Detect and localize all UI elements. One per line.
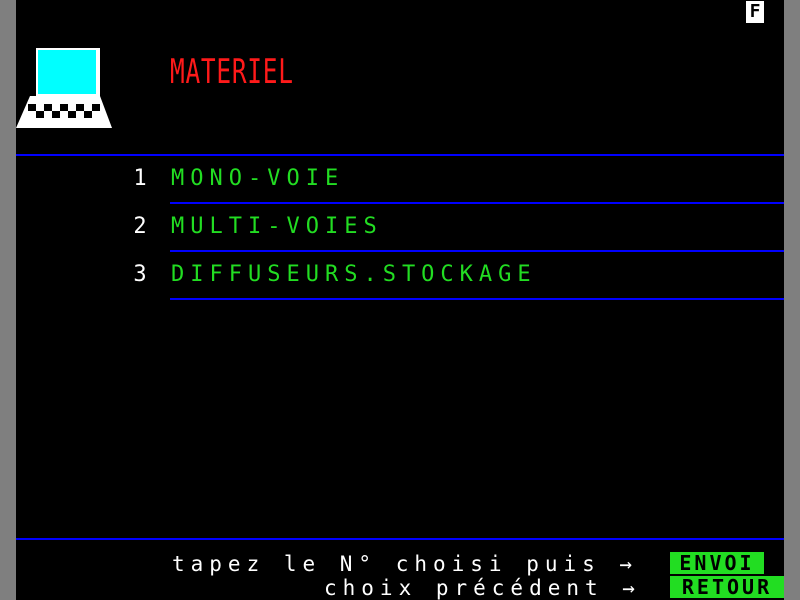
menu-item-number: 2 [133,214,147,239]
menu-item-number: 1 [133,166,147,191]
page-title: MATERIEL [170,52,294,92]
menu-item-multi-voies[interactable]: 2 MULTI-VOIES [130,208,784,246]
terminal-icon [16,48,112,128]
footer-instruction-back: choix précédent → [324,576,641,600]
minitel-screen: F MATERIEL 1 MONO-VOIE 2 MULTI-VOIES 3 D… [16,0,784,600]
menu-item-number: 3 [133,262,147,287]
menu-item-diffuseurs-stockage[interactable]: 3 DIFFUSEURS.STOCKAGE [130,256,784,294]
footer-divider [16,538,784,540]
menu-item-label: DIFFUSEURS.STOCKAGE [171,262,537,287]
menu-divider [170,298,784,300]
menu-item-mono-voie[interactable]: 1 MONO-VOIE [130,160,784,198]
header-divider [16,154,784,156]
footer-instruction-send: tapez le N° choisi puis → [172,552,639,576]
menu-item-label: MONO-VOIE [171,166,345,191]
envoi-button[interactable]: ENVOI [670,552,764,574]
menu-divider [170,250,784,252]
menu-divider [170,202,784,204]
menu-item-label: MULTI-VOIES [171,214,383,239]
retour-button[interactable]: RETOUR [670,576,784,598]
connection-indicator: F [746,1,764,23]
